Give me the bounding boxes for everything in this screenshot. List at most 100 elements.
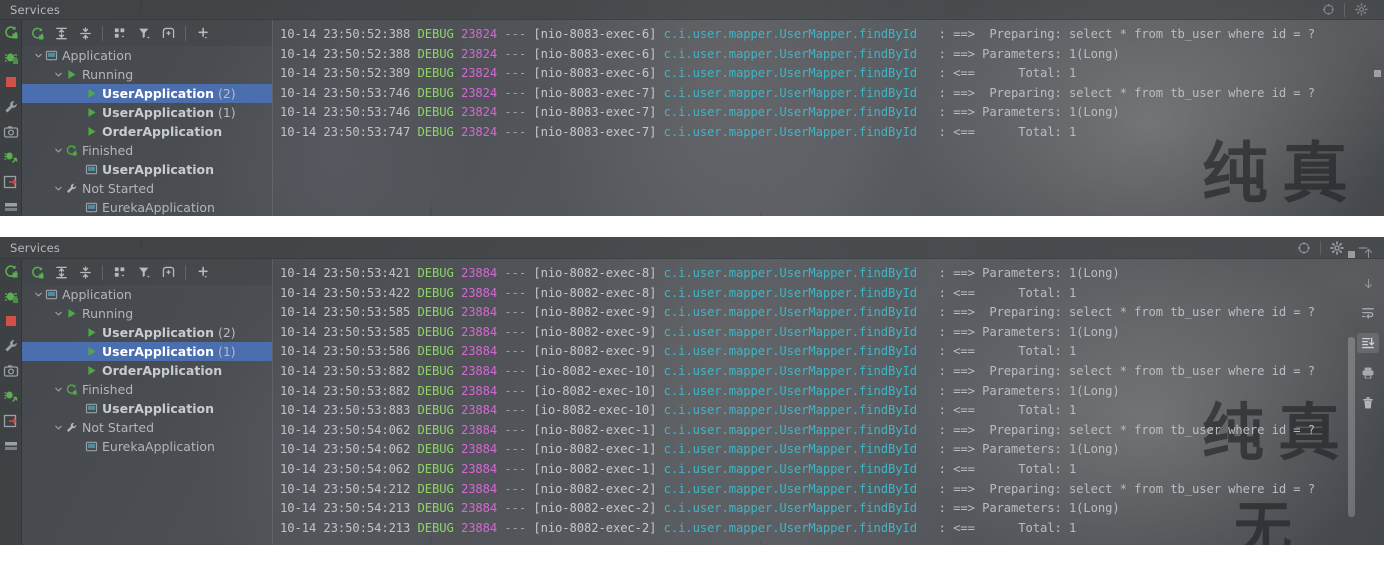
add-tab-icon[interactable]	[157, 261, 179, 283]
scroll-up-icon[interactable]	[1357, 243, 1379, 263]
rerun-service-icon[interactable]	[3, 24, 19, 40]
tree-item-not-started[interactable]: Not Started	[22, 179, 272, 198]
settings-target-icon[interactable]	[1291, 237, 1317, 258]
log-console-top[interactable]: 10-14 23:50:52:388 DEBUG 23824 --- [nio-…	[272, 20, 1384, 216]
tree-item-finished[interactable]: Finished	[22, 141, 272, 160]
log-msg: : ==> Parameters: 1(Long)	[916, 442, 1120, 457]
log-line: 10-14 23:50:54:062 DEBUG 23884 --- [nio-…	[280, 460, 1384, 480]
print-icon[interactable]	[1357, 363, 1379, 383]
camera-icon[interactable]	[3, 363, 19, 379]
rerun-green-icon	[64, 144, 78, 158]
collapse-all-icon[interactable]	[74, 261, 96, 283]
tree-item-userapplication[interactable]: UserApplication	[22, 399, 272, 418]
layout-icon[interactable]	[3, 199, 19, 215]
tree-item-eurekaapplication[interactable]: EurekaApplication	[22, 437, 272, 456]
tree-item-application[interactable]: Application	[22, 46, 272, 65]
filter-icon[interactable]	[133, 22, 155, 44]
tree-item-running[interactable]: Running	[22, 65, 272, 84]
log-msg: : ==> Preparing: select * from tb_user w…	[916, 422, 1316, 437]
console-gutter	[272, 259, 273, 545]
add-tab-icon[interactable]	[157, 22, 179, 44]
log-line: 10-14 23:50:52:388 DEBUG 23824 --- [nio-…	[280, 25, 1384, 45]
expand-all-icon[interactable]	[50, 22, 72, 44]
gear-icon[interactable]	[1348, 0, 1374, 19]
attach-debugger-icon[interactable]	[3, 388, 19, 404]
layout-icon[interactable]	[3, 438, 19, 454]
group-by-icon[interactable]	[109, 22, 131, 44]
scrollbar-error-mark-bottom[interactable]	[1348, 251, 1355, 258]
export-icon[interactable]	[3, 174, 19, 190]
tree-item-orderapplication[interactable]: OrderApplication	[22, 122, 272, 141]
chevron-down-icon[interactable]	[52, 141, 64, 160]
tree-item-userapplication[interactable]: UserApplication	[22, 160, 272, 179]
log-msg: : ==> Parameters: 1(Long)	[916, 383, 1120, 398]
stop-icon[interactable]	[3, 74, 19, 90]
stop-icon[interactable]	[3, 313, 19, 329]
collapse-all-icon[interactable]	[74, 22, 96, 44]
rerun-green-icon	[64, 383, 78, 397]
tree-item-eurekaapplication[interactable]: EurekaApplication	[22, 198, 272, 216]
tree-item-finished[interactable]: Finished	[22, 380, 272, 399]
chevron-down-icon[interactable]	[52, 418, 64, 437]
log-msg: : ==> Preparing: select * from tb_user w…	[916, 85, 1316, 100]
log-cls: c.i.user.mapper.UserMapper.findById	[663, 85, 917, 100]
toolbar-divider-2	[185, 25, 186, 41]
rerun-icon[interactable]	[26, 261, 48, 283]
services-tree-top[interactable]: Application Running UserApplication (2) Use…	[22, 46, 272, 216]
chevron-down-icon[interactable]	[52, 304, 64, 323]
attach-debugger-icon[interactable]	[3, 149, 19, 165]
tree-item-not-started[interactable]: Not Started	[22, 418, 272, 437]
trash-icon[interactable]	[1357, 393, 1379, 413]
log-lvl: DEBUG	[417, 305, 461, 320]
chevron-down-icon[interactable]	[52, 380, 64, 399]
log-dash: ---	[504, 105, 534, 120]
tree-item-label: Running	[82, 67, 134, 82]
chevron-down-icon[interactable]	[32, 285, 44, 304]
debug-service-icon[interactable]	[3, 49, 19, 65]
debug-service-icon[interactable]	[3, 288, 19, 304]
tree-item-orderapplication[interactable]: OrderApplication	[22, 361, 272, 380]
console-scrollbar-thumb[interactable]	[1348, 337, 1355, 517]
log-dash: ---	[504, 266, 534, 280]
tree-item-userapplication[interactable]: UserApplication (1)	[22, 103, 272, 122]
console-actions-bottom	[1355, 243, 1381, 413]
add-icon[interactable]	[192, 22, 214, 44]
scroll-down-icon[interactable]	[1357, 273, 1379, 293]
chevron-down-icon[interactable]	[32, 46, 44, 65]
tree-item-userapplication[interactable]: UserApplication (2)	[22, 323, 272, 342]
log-line: 10-14 23:50:53:746 DEBUG 23824 --- [nio-…	[280, 103, 1384, 123]
chevron-down-icon[interactable]	[52, 65, 64, 84]
log-thr: [nio-8082-exec-1]	[533, 461, 664, 476]
tree-item-label: UserApplication	[102, 162, 214, 177]
expand-all-icon[interactable]	[50, 261, 72, 283]
soft-wrap-icon[interactable]	[1357, 303, 1379, 323]
gear-icon[interactable]	[1324, 237, 1350, 258]
tree-item-userapplication[interactable]: UserApplication (2)	[22, 84, 272, 103]
log-line: 10-14 23:50:54:212 DEBUG 23884 --- [nio-…	[280, 480, 1384, 500]
log-console-bottom[interactable]: 10-14 23:50:53:421 DEBUG 23884 --- [nio-…	[272, 259, 1384, 545]
export-icon[interactable]	[3, 413, 19, 429]
camera-icon[interactable]	[3, 124, 19, 140]
tree-item-running[interactable]: Running	[22, 304, 272, 323]
tree-item-application[interactable]: Application	[22, 285, 272, 304]
group-by-icon[interactable]	[109, 261, 131, 283]
rerun-service-icon[interactable]	[3, 263, 19, 279]
log-cls: c.i.user.mapper.UserMapper.findById	[663, 66, 917, 81]
scrollbar-error-mark-top[interactable]	[1374, 70, 1381, 77]
tree-item-userapplication[interactable]: UserApplication (1)	[22, 342, 272, 361]
scroll-to-end-icon[interactable]	[1357, 333, 1379, 353]
chevron-down-icon[interactable]	[52, 179, 64, 198]
tree-item-count: (2)	[213, 325, 236, 340]
filter-icon[interactable]	[133, 261, 155, 283]
toolbar-divider	[102, 264, 103, 280]
rerun-icon[interactable]	[26, 22, 48, 44]
tree-no-chevron	[72, 399, 84, 418]
services-tree-bottom[interactable]: Application Running UserApplication (2) Use…	[22, 285, 272, 545]
tree-item-label: Running	[82, 306, 134, 321]
add-icon[interactable]	[192, 261, 214, 283]
settings-wrench-icon[interactable]	[3, 99, 19, 115]
settings-wrench-icon[interactable]	[3, 338, 19, 354]
log-pid: 23884	[460, 285, 505, 300]
settings-target-icon[interactable]	[1315, 0, 1341, 19]
run-green-icon	[84, 106, 98, 120]
